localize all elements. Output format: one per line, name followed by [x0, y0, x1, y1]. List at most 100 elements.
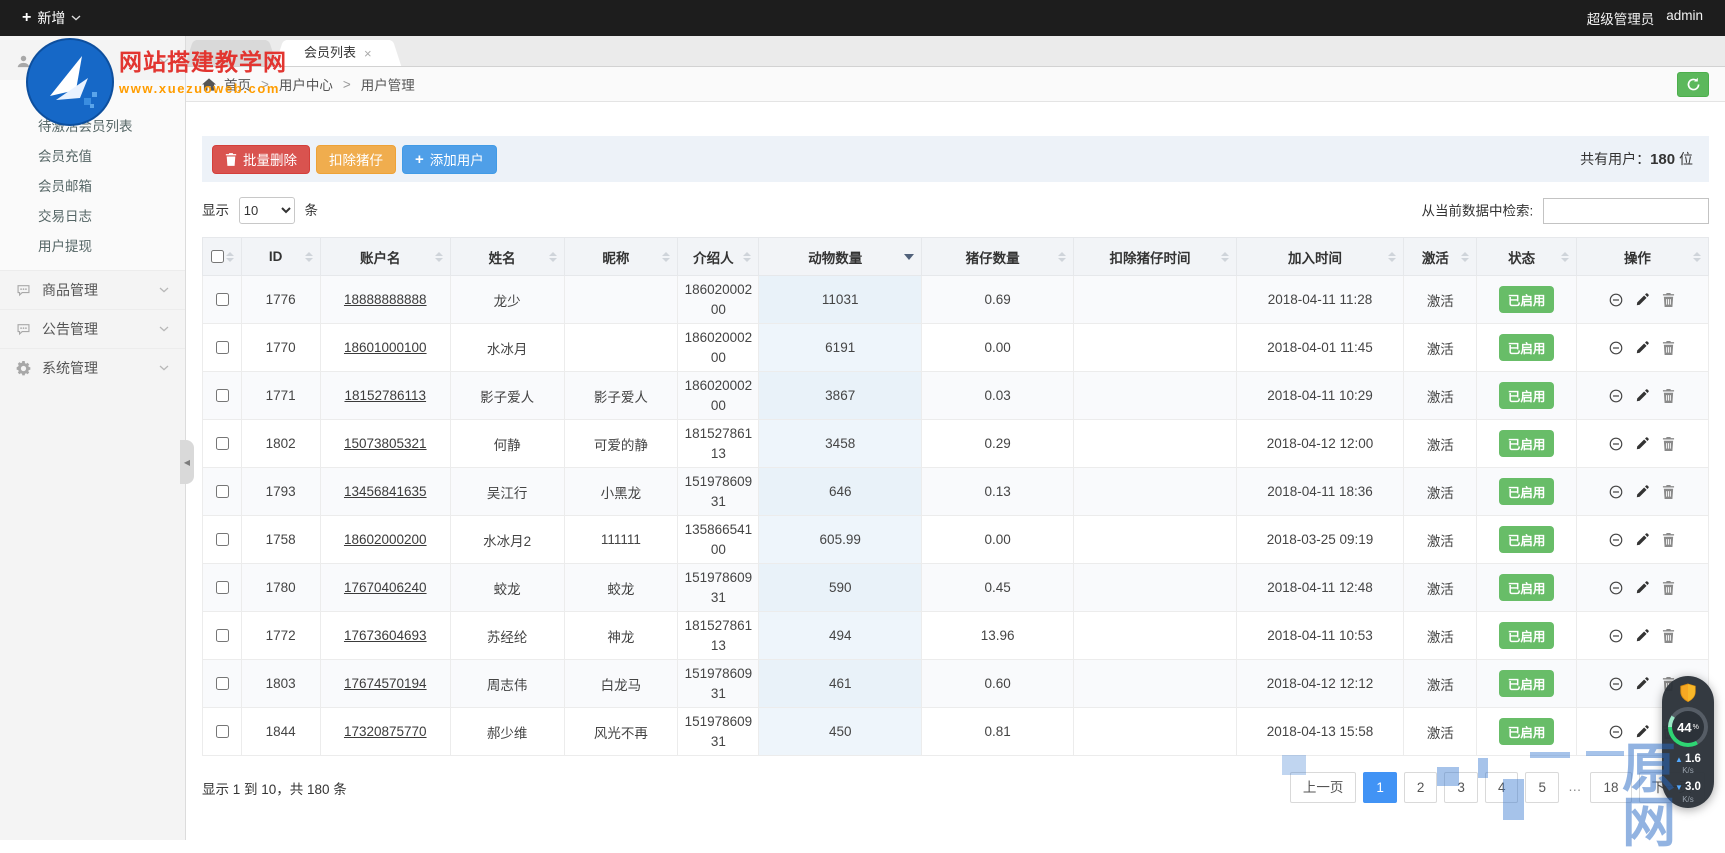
delete-user-icon[interactable] [1662, 533, 1675, 547]
row-checkbox[interactable] [216, 293, 229, 306]
page-button-1[interactable]: 1 [1363, 772, 1397, 803]
select-all-checkbox[interactable] [211, 250, 224, 263]
edit-user-icon[interactable] [1636, 389, 1649, 402]
disable-user-icon[interactable] [1609, 725, 1623, 739]
row-checkbox[interactable] [216, 725, 229, 738]
sidebar-item[interactable]: 会员邮箱 [0, 172, 185, 202]
column-header-8[interactable]: 加入时间 [1236, 238, 1404, 276]
column-header-9[interactable]: 激活 [1404, 238, 1477, 276]
sidebar-group-1[interactable]: 商品管理 [0, 270, 185, 309]
column-header-5[interactable]: 动物数量 [759, 238, 921, 276]
row-checkbox[interactable] [216, 533, 229, 546]
breadcrumb-item[interactable]: 用户中心 [279, 74, 333, 94]
disable-user-icon[interactable] [1609, 437, 1623, 451]
edit-user-icon[interactable] [1636, 725, 1649, 738]
account-link[interactable]: 17674570194 [344, 676, 427, 691]
disable-user-icon[interactable] [1609, 533, 1623, 547]
edit-user-icon[interactable] [1636, 485, 1649, 498]
row-checkbox[interactable] [216, 341, 229, 354]
column-header-11[interactable]: 操作 [1576, 238, 1708, 276]
delete-user-icon[interactable] [1662, 485, 1675, 499]
delete-user-icon[interactable] [1662, 629, 1675, 643]
cell-actions [1576, 324, 1708, 372]
table-row: 175818602000200水冰月211111113586654100605.… [203, 516, 1709, 564]
cell-activated: 激活 [1404, 564, 1477, 612]
sidebar-group-0[interactable]: 会员管理 [0, 42, 185, 80]
cell-actions [1576, 420, 1708, 468]
user-info[interactable]: 超级管理员 admin [1587, 8, 1703, 28]
edit-user-icon[interactable] [1636, 677, 1649, 690]
disable-user-icon[interactable] [1609, 389, 1623, 403]
edit-user-icon[interactable] [1636, 437, 1649, 450]
select-all-header[interactable] [203, 238, 242, 276]
sidebar-item[interactable]: 待激活会员列表 [0, 112, 185, 142]
tab-0[interactable] [196, 40, 266, 66]
edit-user-icon[interactable] [1636, 533, 1649, 546]
page-button-5[interactable]: 5 [1525, 772, 1559, 803]
add-new-menu[interactable]: + 新增 [22, 8, 81, 28]
page-button-18[interactable]: 18 [1590, 772, 1631, 803]
tab-1[interactable]: 会员列表× [286, 40, 390, 66]
account-link[interactable]: 18602000200 [344, 532, 427, 547]
column-header-4[interactable]: 介绍人 [678, 238, 759, 276]
row-checkbox[interactable] [216, 629, 229, 642]
delete-user-icon[interactable] [1662, 341, 1675, 355]
account-link[interactable]: 18152786113 [344, 388, 426, 403]
row-checkbox[interactable] [216, 389, 229, 402]
column-header-7[interactable]: 扣除猪仔时间 [1074, 238, 1236, 276]
batch-delete-button[interactable]: 批量删除 [212, 145, 310, 174]
sidebar-item[interactable]: 交易日志 [0, 202, 185, 232]
delete-user-icon[interactable] [1662, 293, 1675, 307]
row-checkbox[interactable] [216, 677, 229, 690]
edit-user-icon[interactable] [1636, 341, 1649, 354]
column-header-1[interactable]: 账户名 [320, 238, 450, 276]
page-size-select[interactable]: 10 [239, 197, 295, 224]
sidebar-group-3[interactable]: 系统管理 [0, 348, 185, 387]
column-header-0[interactable]: ID [241, 238, 320, 276]
sidebar-item[interactable]: 用户提现 [0, 232, 185, 262]
disable-user-icon[interactable] [1609, 581, 1623, 595]
row-checkbox[interactable] [216, 485, 229, 498]
tab-close-icon[interactable]: × [364, 47, 372, 60]
delete-user-icon[interactable] [1662, 437, 1675, 451]
add-user-button[interactable]: + 添加用户 [402, 145, 497, 174]
edit-user-icon[interactable] [1636, 629, 1649, 642]
account-link[interactable]: 18888888888 [344, 292, 427, 307]
sidebar-item[interactable]: 会员充值 [0, 142, 185, 172]
sidebar-collapse-handle[interactable]: ◀ [180, 440, 194, 484]
breadcrumb-item[interactable]: 首页 [224, 74, 251, 94]
sidebar-group-2[interactable]: 公告管理 [0, 309, 185, 348]
search-input[interactable] [1543, 198, 1709, 224]
page-button-3[interactable]: 3 [1444, 772, 1478, 803]
edit-user-icon[interactable] [1636, 293, 1649, 306]
page-button-4[interactable]: 4 [1485, 772, 1519, 803]
sidebar-item[interactable]: 会员列表 [0, 82, 185, 112]
page-button-2[interactable]: 2 [1404, 772, 1438, 803]
account-link[interactable]: 13456841635 [344, 484, 427, 499]
account-link[interactable]: 17670406240 [344, 580, 427, 595]
column-header-6[interactable]: 猪仔数量 [921, 238, 1073, 276]
cell-activated: 激活 [1404, 708, 1477, 756]
disable-user-icon[interactable] [1609, 677, 1623, 691]
deduct-piglet-button[interactable]: 扣除猪仔 [316, 145, 396, 174]
delete-user-icon[interactable] [1662, 581, 1675, 595]
account-link[interactable]: 17320875770 [344, 724, 427, 739]
refresh-button[interactable] [1677, 72, 1709, 97]
account-link[interactable]: 18601000100 [344, 340, 427, 355]
disable-user-icon[interactable] [1609, 341, 1623, 355]
row-checkbox[interactable] [216, 437, 229, 450]
disable-user-icon[interactable] [1609, 485, 1623, 499]
column-header-3[interactable]: 昵称 [564, 238, 678, 276]
account-link[interactable]: 17673604693 [344, 628, 427, 643]
disable-user-icon[interactable] [1609, 293, 1623, 307]
cell-piglet-count: 0.81 [921, 708, 1073, 756]
edit-user-icon[interactable] [1636, 581, 1649, 594]
account-link[interactable]: 15073805321 [344, 436, 427, 451]
row-checkbox[interactable] [216, 581, 229, 594]
system-monitor-widget[interactable]: 44% ▲1.6 K/s ▼3.0 K/s [1662, 676, 1714, 808]
column-header-10[interactable]: 状态 [1477, 238, 1577, 276]
column-header-2[interactable]: 姓名 [450, 238, 564, 276]
delete-user-icon[interactable] [1662, 389, 1675, 403]
prev-page-button[interactable]: 上一页 [1290, 772, 1357, 803]
disable-user-icon[interactable] [1609, 629, 1623, 643]
